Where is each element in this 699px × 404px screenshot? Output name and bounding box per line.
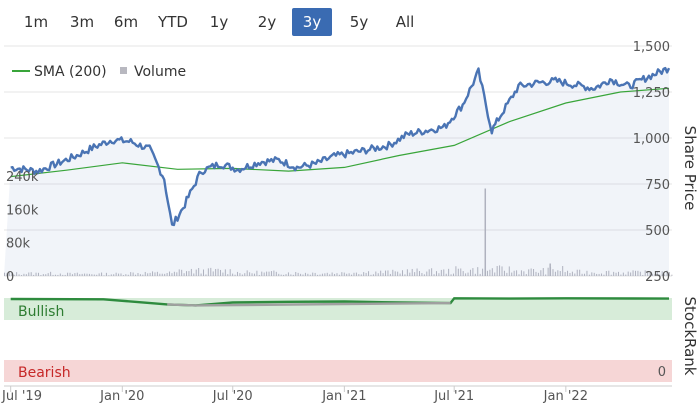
volume-tick-label: 80k [6,237,31,252]
legend-volume-label[interactable]: Volume [134,64,186,80]
x-tick-label: Jul '20 [212,389,253,404]
bearish-label: Bearish [18,365,71,381]
volume-tick-label: 160k [6,203,39,218]
price-chart: SMA (200) Volume 1,500 1,250 1,000 750 500 25… [1,40,699,404]
chart-widget: 1m 3m 6m YTD 1y 2y 3y 5y All SMA (200) Volume 1,… [0,0,699,404]
x-axis-ticks: Jul '19 Jan '20 Jul '20 Jan '21 Jul '21 Jan '… [1,385,672,404]
legend-volume-swatch [120,67,127,74]
volume-bar [671,274,673,276]
volume-tick-label: 0 [6,270,14,285]
bullish-label: Bullish [18,304,64,320]
price-tick-label: 250 [645,270,670,285]
x-tick-label: Jan '20 [99,389,144,404]
legend: SMA (200) Volume [12,64,186,80]
price-tick-label: 750 [645,178,670,193]
price-tick-label: 1,000 [633,132,670,147]
price-tick-label: 1,250 [633,86,670,101]
x-tick-label: Jan '22 [543,389,588,404]
price-axis-title: Share Price [681,126,699,211]
x-tick-label: Jul '19 [1,389,42,404]
bearish-band [4,360,672,382]
price-tick-label: 1,500 [633,40,670,55]
volume-tick-label: 240k [6,170,39,185]
stockrank-zero-tick: 0 [658,365,666,380]
legend-sma-label[interactable]: SMA (200) [34,64,107,80]
stockrank-axis-title: StockRank [681,297,699,376]
x-tick-label: Jul '21 [433,389,474,404]
price-tick-label: 500 [645,224,670,239]
x-tick-label: Jan '21 [321,389,366,404]
